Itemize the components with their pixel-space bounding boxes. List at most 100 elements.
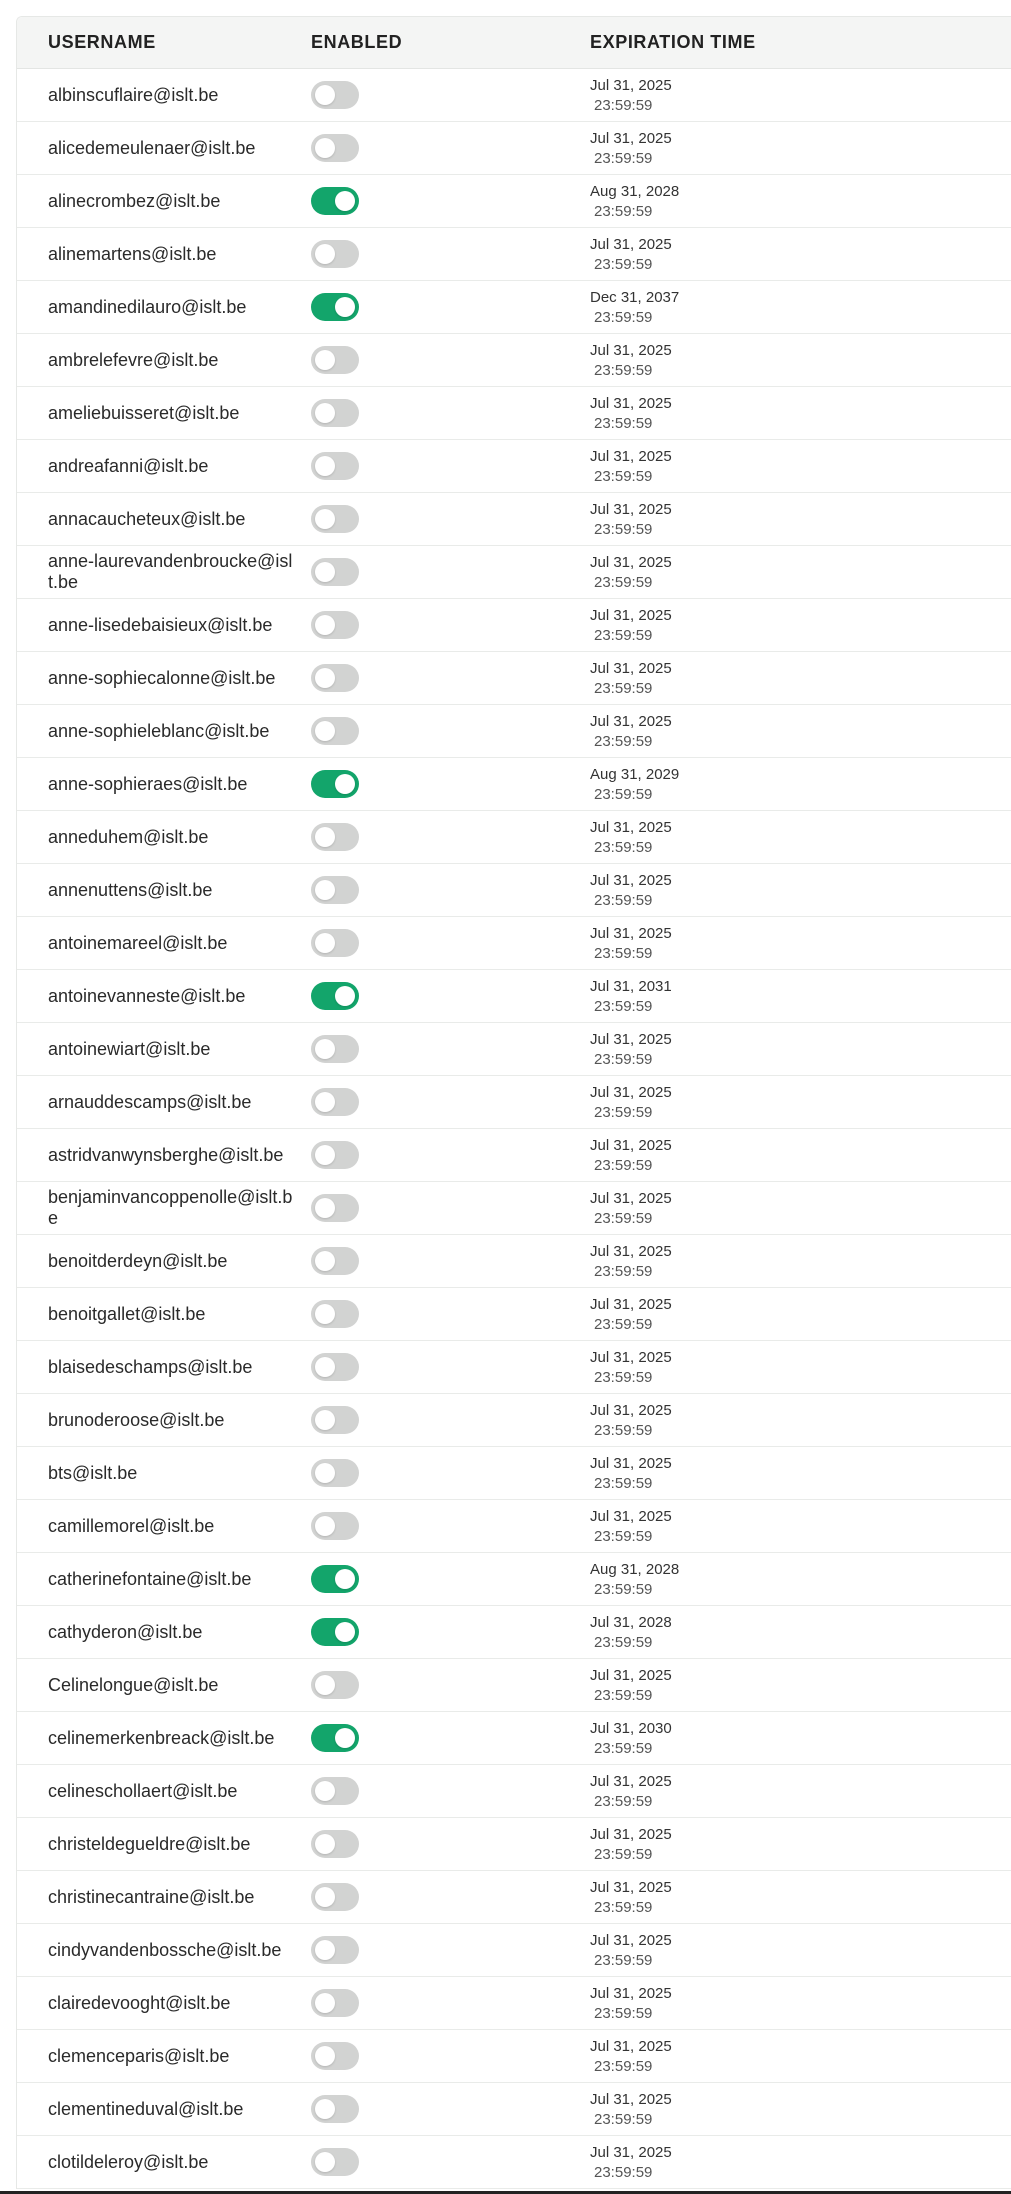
column-header-username[interactable]: USERNAME: [48, 32, 156, 53]
enabled-toggle[interactable]: [311, 2095, 359, 2123]
table-row[interactable]: camillemorel@islt.be Jul 31, 2025 23:59:59: [17, 1500, 1011, 1553]
enabled-toggle[interactable]: [311, 134, 359, 162]
enabled-toggle[interactable]: [311, 1141, 359, 1169]
table-row[interactable]: ambrelefevre@islt.be Jul 31, 2025 23:59:59: [17, 334, 1011, 387]
enabled-toggle[interactable]: [311, 505, 359, 533]
table-row[interactable]: christeldegueldre@islt.be Jul 31, 2025 23:…: [17, 1818, 1011, 1871]
enabled-toggle[interactable]: [311, 293, 359, 321]
expiration-cell: Jul 31, 2031 23:59:59: [590, 977, 672, 1017]
expiration-time: 23:59:59: [594, 468, 653, 485]
enabled-toggle[interactable]: [311, 1883, 359, 1911]
enabled-toggle[interactable]: [311, 1936, 359, 1964]
table-row[interactable]: anne-sophieraes@islt.be Aug 31, 2029 23:59…: [17, 758, 1011, 811]
table-row[interactable]: clementineduval@islt.be Jul 31, 2025 23:59…: [17, 2083, 1011, 2136]
enabled-toggle[interactable]: [311, 823, 359, 851]
column-header-expiration-time[interactable]: EXPIRATION TIME: [590, 32, 756, 53]
column-header-enabled[interactable]: ENABLED: [311, 32, 402, 53]
toggle-knob: [315, 1198, 335, 1218]
table-row[interactable]: arnauddescamps@islt.be Jul 31, 2025 23:59:…: [17, 1076, 1011, 1129]
expiration-time: 23:59:59: [594, 1793, 653, 1810]
table-row[interactable]: amandinedilauro@islt.be Dec 31, 2037 23:59…: [17, 281, 1011, 334]
enabled-toggle[interactable]: [311, 982, 359, 1010]
table-row[interactable]: alinecrombez@islt.be Aug 31, 2028 23:59:59: [17, 175, 1011, 228]
table-row[interactable]: benoitgallet@islt.be Jul 31, 2025 23:59:59: [17, 1288, 1011, 1341]
table-row[interactable]: celinemerkenbreack@islt.be Jul 31, 2030 23…: [17, 1712, 1011, 1765]
expiration-date: Jul 31, 2025: [590, 130, 672, 147]
table-row[interactable]: antoinewiart@islt.be Jul 31, 2025 23:59:59: [17, 1023, 1011, 1076]
table-row[interactable]: annacaucheteux@islt.be Jul 31, 2025 23:59:…: [17, 493, 1011, 546]
table-row[interactable]: cathyderon@islt.be Jul 31, 2028 23:59:59: [17, 1606, 1011, 1659]
enabled-toggle[interactable]: [311, 1035, 359, 1063]
enabled-toggle[interactable]: [311, 1618, 359, 1646]
table-row[interactable]: christinecantraine@islt.be Jul 31, 2025 23…: [17, 1871, 1011, 1924]
enabled-toggle[interactable]: [311, 1088, 359, 1116]
enabled-toggle[interactable]: [311, 664, 359, 692]
table-row[interactable]: alicedemeulenaer@islt.be Jul 31, 2025 23:5…: [17, 122, 1011, 175]
enabled-toggle[interactable]: [311, 452, 359, 480]
enabled-toggle[interactable]: [311, 611, 359, 639]
table-row[interactable]: annenuttens@islt.be Jul 31, 2025 23:59:59: [17, 864, 1011, 917]
expiration-cell: Jul 31, 2025 23:59:59: [590, 1454, 672, 1494]
enabled-toggle[interactable]: [311, 1671, 359, 1699]
table-row[interactable]: ameliebuisseret@islt.be Jul 31, 2025 23:59…: [17, 387, 1011, 440]
expiration-date: Jul 31, 2030: [590, 1720, 672, 1737]
enabled-toggle[interactable]: [311, 1777, 359, 1805]
table-row[interactable]: anne-sophiecalonne@islt.be Jul 31, 2025 23…: [17, 652, 1011, 705]
expiration-time: 23:59:59: [594, 1899, 653, 1916]
username-cell: alinemartens@islt.be: [48, 243, 217, 264]
expiration-cell: Aug 31, 2028 23:59:59: [590, 182, 679, 222]
enabled-toggle[interactable]: [311, 187, 359, 215]
enabled-toggle[interactable]: [311, 1989, 359, 2017]
table-row[interactable]: alinemartens@islt.be Jul 31, 2025 23:59:59: [17, 228, 1011, 281]
table-row[interactable]: benjaminvancoppenolle@islt.be Jul 31, 202…: [17, 1182, 1011, 1235]
toggle-knob: [315, 1039, 335, 1059]
table-row[interactable]: bts@islt.be Jul 31, 2025 23:59:59: [17, 1447, 1011, 1500]
table-row[interactable]: clemenceparis@islt.be Jul 31, 2025 23:59:5…: [17, 2030, 1011, 2083]
table-row[interactable]: catherinefontaine@islt.be Aug 31, 2028 23:…: [17, 1553, 1011, 1606]
enabled-toggle[interactable]: [311, 81, 359, 109]
table-row[interactable]: anne-lisedebaisieux@islt.be Jul 31, 2025 2…: [17, 599, 1011, 652]
enabled-toggle[interactable]: [311, 240, 359, 268]
username-cell: clairedevooght@islt.be: [48, 1992, 231, 2013]
table-row[interactable]: astridvanwynsberghe@islt.be Jul 31, 2025 2…: [17, 1129, 1011, 1182]
table-row[interactable]: clairedevooght@islt.be Jul 31, 2025 23:59:…: [17, 1977, 1011, 2030]
expiration-date: Jul 31, 2025: [590, 713, 672, 730]
enabled-toggle[interactable]: [311, 1565, 359, 1593]
enabled-toggle[interactable]: [311, 1459, 359, 1487]
enabled-toggle[interactable]: [311, 1724, 359, 1752]
table-row[interactable]: clotildeleroy@islt.be Jul 31, 2025 23:59:5…: [17, 2136, 1011, 2189]
table-row[interactable]: Celinelongue@islt.be Jul 31, 2025 23:59:59: [17, 1659, 1011, 1712]
enabled-toggle[interactable]: [311, 1830, 359, 1858]
enabled-toggle[interactable]: [311, 929, 359, 957]
enabled-toggle[interactable]: [311, 1194, 359, 1222]
expiration-time: 23:59:59: [594, 2111, 653, 2128]
table-row[interactable]: antoinemareel@islt.be Jul 31, 2025 23:59:5…: [17, 917, 1011, 970]
username-cell: celineschollaert@islt.be: [48, 1780, 238, 1801]
table-row[interactable]: benoitderdeyn@islt.be Jul 31, 2025 23:59:5…: [17, 1235, 1011, 1288]
table-row[interactable]: anne-laurevandenbroucke@islt.be Jul 31, 2…: [17, 546, 1011, 599]
table-row[interactable]: cindyvandenbossche@islt.be Jul 31, 2025 23…: [17, 1924, 1011, 1977]
table-row[interactable]: antoinevanneste@islt.be Jul 31, 2031 23:59…: [17, 970, 1011, 1023]
enabled-toggle[interactable]: [311, 770, 359, 798]
enabled-toggle[interactable]: [311, 2148, 359, 2176]
table-row[interactable]: albinscuflaire@islt.be Jul 31, 2025 23:59:…: [17, 69, 1011, 122]
enabled-toggle[interactable]: [311, 1300, 359, 1328]
enabled-toggle[interactable]: [311, 399, 359, 427]
table-row[interactable]: andreafanni@islt.be Jul 31, 2025 23:59:59: [17, 440, 1011, 493]
enabled-toggle[interactable]: [311, 346, 359, 374]
enabled-toggle[interactable]: [311, 717, 359, 745]
enabled-toggle[interactable]: [311, 558, 359, 586]
enabled-toggle[interactable]: [311, 876, 359, 904]
enabled-toggle[interactable]: [311, 1406, 359, 1434]
toggle-knob: [315, 615, 335, 635]
enabled-toggle[interactable]: [311, 1353, 359, 1381]
table-row[interactable]: blaisedeschamps@islt.be Jul 31, 2025 23:59…: [17, 1341, 1011, 1394]
table-row[interactable]: anne-sophieleblanc@islt.be Jul 31, 2025 23…: [17, 705, 1011, 758]
table-row[interactable]: brunoderoose@islt.be Jul 31, 2025 23:59:59: [17, 1394, 1011, 1447]
enabled-toggle[interactable]: [311, 1512, 359, 1540]
enabled-toggle[interactable]: [311, 2042, 359, 2070]
enabled-toggle[interactable]: [311, 1247, 359, 1275]
table-row[interactable]: celineschollaert@islt.be Jul 31, 2025 23:5…: [17, 1765, 1011, 1818]
expiration-cell: Jul 31, 2025 23:59:59: [590, 76, 672, 116]
table-row[interactable]: anneduhem@islt.be Jul 31, 2025 23:59:59: [17, 811, 1011, 864]
